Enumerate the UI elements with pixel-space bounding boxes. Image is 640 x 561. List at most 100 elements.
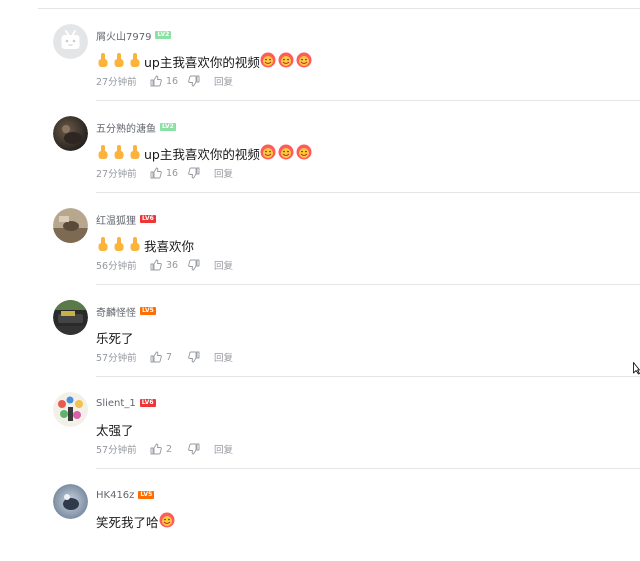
like-button[interactable]: 7	[150, 351, 188, 363]
comment-meta: 27分钟前 16 回复	[96, 74, 233, 89]
user-row: HK416z LV5	[96, 488, 155, 502]
username[interactable]: 红温狐狸	[96, 212, 136, 227]
mouse-cursor-icon	[633, 362, 640, 375]
face-icon	[260, 144, 276, 163]
face-icon	[296, 52, 312, 71]
reply-button[interactable]: 回复	[214, 166, 233, 180]
like-count: 7	[166, 351, 173, 363]
comment-item: 屑火山7979 LV2 up主我喜欢你的视频 27分钟前 16 回复	[0, 9, 640, 101]
reply-button[interactable]: 回复	[214, 442, 233, 456]
dislike-icon	[188, 443, 200, 455]
reply-button[interactable]: 回复	[214, 74, 233, 88]
thumb-icon	[96, 52, 110, 71]
comment-text: 太强了	[96, 422, 134, 438]
level-badge: LV2	[160, 123, 176, 131]
comment-text: up主我喜欢你的视频	[144, 146, 260, 162]
avatar[interactable]	[53, 484, 88, 519]
like-button[interactable]: 36	[150, 259, 188, 271]
face-icon	[296, 144, 312, 163]
like-button[interactable]: 16	[150, 167, 188, 179]
dislike-button[interactable]	[188, 75, 214, 87]
comment-content: 太强了	[96, 419, 134, 439]
face-icon	[159, 512, 175, 531]
car-photo-icon	[53, 300, 88, 335]
comment-content: 笑死我了哈	[96, 511, 177, 531]
avatar[interactable]	[53, 116, 88, 151]
avatar[interactable]	[53, 300, 88, 335]
user-row: 五分熟的溏鱼 LV2	[96, 120, 176, 135]
like-icon	[150, 351, 162, 363]
comment-time: 27分钟前	[96, 77, 137, 88]
dislike-button[interactable]	[188, 167, 214, 179]
comment-item: 红温狐狸 LV6 我喜欢你 56分钟前 36 回复	[0, 193, 640, 285]
comment-text: 我喜欢你	[144, 238, 195, 254]
thumb-icon	[128, 144, 142, 163]
face-icon	[278, 52, 294, 71]
comment-text: 笑死我了哈	[96, 514, 159, 530]
thumb-icon	[128, 236, 142, 255]
level-badge: LV2	[155, 31, 172, 39]
fox-photo-icon	[53, 208, 88, 243]
comment-item: 五分熟的溏鱼 LV2 up主我喜欢你的视频 27分钟前 16 回复	[0, 101, 640, 193]
thumb-icon	[112, 52, 126, 71]
like-icon	[150, 259, 162, 271]
comment-content: 乐死了	[96, 327, 134, 347]
bilibili-tv-icon	[53, 24, 88, 59]
like-button[interactable]: 16	[150, 75, 188, 87]
comment-list: 屑火山7979 LV2 up主我喜欢你的视频 27分钟前 16 回复 五分熟的溏…	[0, 9, 640, 561]
user-row: 红温狐狸 LV6	[96, 212, 156, 227]
thumb-icon	[128, 52, 142, 71]
comment-text: up主我喜欢你的视频	[144, 54, 260, 70]
blue-photo-icon	[53, 484, 88, 519]
comment-item: Slient_1 LV6 太强了 57分钟前 2 回复	[0, 377, 640, 469]
like-icon	[150, 75, 162, 87]
comment-item: 奇麟怪怪 LV5 乐死了 57分钟前 7 回复	[0, 285, 640, 377]
level-badge: LV5	[138, 491, 155, 499]
colorful-art-icon	[53, 392, 88, 427]
comment-content: up主我喜欢你的视频	[96, 143, 314, 163]
comment-time: 27分钟前	[96, 169, 137, 180]
username[interactable]: 五分熟的溏鱼	[96, 120, 156, 135]
avatar[interactable]	[53, 208, 88, 243]
comment-meta: 57分钟前 7 回复	[96, 350, 233, 365]
comment-time: 57分钟前	[96, 445, 137, 456]
reply-button[interactable]: 回复	[214, 350, 233, 364]
comment-meta: 57分钟前 2 回复	[96, 442, 233, 457]
dark-photo-icon	[53, 116, 88, 151]
thumb-icon	[112, 236, 126, 255]
dislike-icon	[188, 259, 200, 271]
comment-content: 我喜欢你	[96, 235, 194, 255]
level-badge: LV5	[140, 307, 156, 315]
like-icon	[150, 167, 162, 179]
dislike-icon	[188, 75, 200, 87]
reply-button[interactable]: 回复	[214, 258, 233, 272]
like-count: 36	[166, 259, 179, 271]
comment-content: up主我喜欢你的视频	[96, 51, 314, 71]
dislike-button[interactable]	[188, 351, 214, 363]
like-count: 16	[166, 75, 179, 87]
thumb-icon	[112, 144, 126, 163]
like-icon	[150, 443, 162, 455]
user-row: Slient_1 LV6	[96, 396, 156, 410]
comment-item: HK416z LV5 笑死我了哈	[0, 469, 640, 561]
username[interactable]: 奇麟怪怪	[96, 304, 136, 319]
comment-meta: 56分钟前 36 回复	[96, 258, 233, 273]
like-button[interactable]: 2	[150, 443, 188, 455]
face-icon	[260, 52, 276, 71]
dislike-button[interactable]	[188, 443, 214, 455]
dislike-icon	[188, 351, 200, 363]
comment-time: 56分钟前	[96, 261, 137, 272]
face-icon	[278, 144, 294, 163]
comment-meta: 27分钟前 16 回复	[96, 166, 233, 181]
comment-time: 57分钟前	[96, 353, 137, 364]
thumb-icon	[96, 144, 110, 163]
avatar[interactable]	[53, 392, 88, 427]
username[interactable]: 屑火山7979	[96, 28, 151, 43]
avatar[interactable]	[53, 24, 88, 59]
comment-text: 乐死了	[96, 330, 134, 346]
user-row: 屑火山7979 LV2	[96, 28, 172, 43]
dislike-button[interactable]	[188, 259, 214, 271]
username[interactable]: HK416z	[96, 490, 134, 501]
user-row: 奇麟怪怪 LV5	[96, 304, 156, 319]
username[interactable]: Slient_1	[96, 398, 136, 409]
